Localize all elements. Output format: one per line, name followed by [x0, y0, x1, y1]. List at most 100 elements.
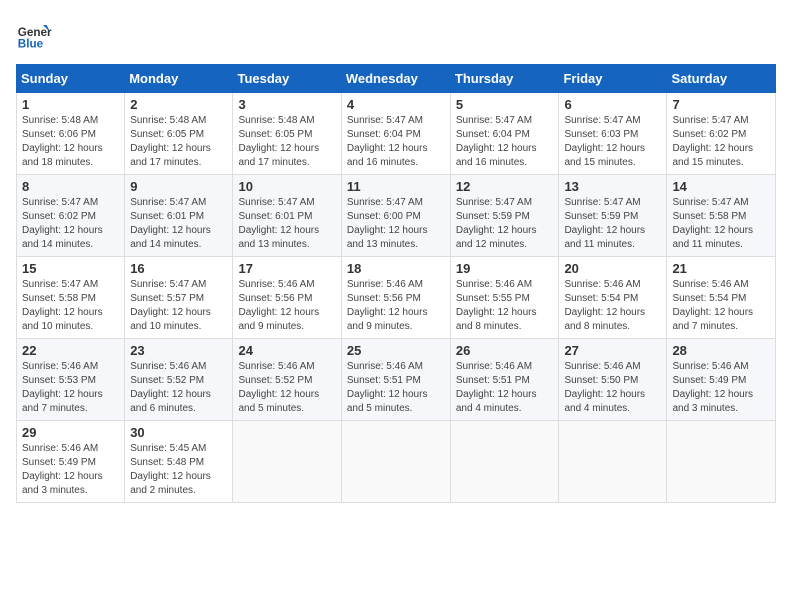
day-info: Sunrise: 5:46 AMSunset: 5:56 PMDaylight:…	[347, 278, 445, 334]
day-cell	[341, 421, 450, 503]
day-info: Sunrise: 5:46 AMSunset: 5:56 PMDaylight:…	[238, 278, 335, 334]
day-cell: 26 Sunrise: 5:46 AMSunset: 5:51 PMDaylig…	[450, 339, 559, 421]
day-cell: 6 Sunrise: 5:47 AMSunset: 6:03 PMDayligh…	[559, 93, 667, 175]
day-cell: 8 Sunrise: 5:47 AMSunset: 6:02 PMDayligh…	[17, 175, 125, 257]
week-row-3: 15 Sunrise: 5:47 AMSunset: 5:58 PMDaylig…	[17, 257, 776, 339]
day-cell: 20 Sunrise: 5:46 AMSunset: 5:54 PMDaylig…	[559, 257, 667, 339]
day-number: 4	[347, 97, 445, 112]
day-info: Sunrise: 5:47 AMSunset: 6:02 PMDaylight:…	[22, 196, 119, 252]
day-cell: 30 Sunrise: 5:45 AMSunset: 5:48 PMDaylig…	[125, 421, 233, 503]
day-cell: 29 Sunrise: 5:46 AMSunset: 5:49 PMDaylig…	[17, 421, 125, 503]
day-number: 14	[672, 179, 770, 194]
day-cell: 12 Sunrise: 5:47 AMSunset: 5:59 PMDaylig…	[450, 175, 559, 257]
calendar-table: SundayMondayTuesdayWednesdayThursdayFrid…	[16, 64, 776, 503]
day-number: 10	[238, 179, 335, 194]
day-number: 28	[672, 343, 770, 358]
day-info: Sunrise: 5:47 AMSunset: 6:01 PMDaylight:…	[238, 196, 335, 252]
day-number: 15	[22, 261, 119, 276]
day-cell: 22 Sunrise: 5:46 AMSunset: 5:53 PMDaylig…	[17, 339, 125, 421]
day-number: 19	[456, 261, 554, 276]
day-cell: 2 Sunrise: 5:48 AMSunset: 6:05 PMDayligh…	[125, 93, 233, 175]
day-number: 7	[672, 97, 770, 112]
day-info: Sunrise: 5:47 AMSunset: 5:58 PMDaylight:…	[672, 196, 770, 252]
day-cell: 18 Sunrise: 5:46 AMSunset: 5:56 PMDaylig…	[341, 257, 450, 339]
day-cell: 7 Sunrise: 5:47 AMSunset: 6:02 PMDayligh…	[667, 93, 776, 175]
logo-icon: General Blue	[16, 16, 52, 52]
day-cell	[233, 421, 341, 503]
svg-text:Blue: Blue	[18, 38, 44, 51]
day-cell	[559, 421, 667, 503]
day-number: 6	[564, 97, 661, 112]
col-header-thursday: Thursday	[450, 65, 559, 93]
day-info: Sunrise: 5:46 AMSunset: 5:55 PMDaylight:…	[456, 278, 554, 334]
day-cell: 16 Sunrise: 5:47 AMSunset: 5:57 PMDaylig…	[125, 257, 233, 339]
col-header-wednesday: Wednesday	[341, 65, 450, 93]
day-number: 1	[22, 97, 119, 112]
day-number: 29	[22, 425, 119, 440]
day-number: 26	[456, 343, 554, 358]
day-number: 23	[130, 343, 227, 358]
day-number: 22	[22, 343, 119, 358]
day-info: Sunrise: 5:47 AMSunset: 6:00 PMDaylight:…	[347, 196, 445, 252]
day-number: 16	[130, 261, 227, 276]
day-info: Sunrise: 5:46 AMSunset: 5:54 PMDaylight:…	[564, 278, 661, 334]
day-info: Sunrise: 5:46 AMSunset: 5:49 PMDaylight:…	[672, 360, 770, 416]
day-info: Sunrise: 5:47 AMSunset: 5:59 PMDaylight:…	[456, 196, 554, 252]
col-header-saturday: Saturday	[667, 65, 776, 93]
day-cell: 25 Sunrise: 5:46 AMSunset: 5:51 PMDaylig…	[341, 339, 450, 421]
day-info: Sunrise: 5:48 AMSunset: 6:05 PMDaylight:…	[130, 114, 227, 170]
day-info: Sunrise: 5:48 AMSunset: 6:06 PMDaylight:…	[22, 114, 119, 170]
week-row-5: 29 Sunrise: 5:46 AMSunset: 5:49 PMDaylig…	[17, 421, 776, 503]
week-row-2: 8 Sunrise: 5:47 AMSunset: 6:02 PMDayligh…	[17, 175, 776, 257]
logo: General Blue	[16, 16, 52, 52]
day-number: 9	[130, 179, 227, 194]
week-row-1: 1 Sunrise: 5:48 AMSunset: 6:06 PMDayligh…	[17, 93, 776, 175]
day-info: Sunrise: 5:46 AMSunset: 5:50 PMDaylight:…	[564, 360, 661, 416]
day-number: 13	[564, 179, 661, 194]
col-header-friday: Friday	[559, 65, 667, 93]
day-info: Sunrise: 5:46 AMSunset: 5:51 PMDaylight:…	[347, 360, 445, 416]
day-info: Sunrise: 5:47 AMSunset: 5:57 PMDaylight:…	[130, 278, 227, 334]
day-number: 17	[238, 261, 335, 276]
day-cell	[450, 421, 559, 503]
day-cell: 23 Sunrise: 5:46 AMSunset: 5:52 PMDaylig…	[125, 339, 233, 421]
day-cell: 15 Sunrise: 5:47 AMSunset: 5:58 PMDaylig…	[17, 257, 125, 339]
day-number: 20	[564, 261, 661, 276]
day-info: Sunrise: 5:46 AMSunset: 5:49 PMDaylight:…	[22, 442, 119, 498]
day-cell: 19 Sunrise: 5:46 AMSunset: 5:55 PMDaylig…	[450, 257, 559, 339]
day-number: 25	[347, 343, 445, 358]
day-number: 2	[130, 97, 227, 112]
day-info: Sunrise: 5:46 AMSunset: 5:52 PMDaylight:…	[130, 360, 227, 416]
calendar-header-row: SundayMondayTuesdayWednesdayThursdayFrid…	[17, 65, 776, 93]
day-number: 21	[672, 261, 770, 276]
day-number: 5	[456, 97, 554, 112]
day-cell: 5 Sunrise: 5:47 AMSunset: 6:04 PMDayligh…	[450, 93, 559, 175]
day-cell: 27 Sunrise: 5:46 AMSunset: 5:50 PMDaylig…	[559, 339, 667, 421]
day-info: Sunrise: 5:46 AMSunset: 5:53 PMDaylight:…	[22, 360, 119, 416]
day-number: 11	[347, 179, 445, 194]
day-cell: 21 Sunrise: 5:46 AMSunset: 5:54 PMDaylig…	[667, 257, 776, 339]
col-header-tuesday: Tuesday	[233, 65, 341, 93]
col-header-sunday: Sunday	[17, 65, 125, 93]
day-cell: 17 Sunrise: 5:46 AMSunset: 5:56 PMDaylig…	[233, 257, 341, 339]
day-info: Sunrise: 5:46 AMSunset: 5:54 PMDaylight:…	[672, 278, 770, 334]
day-cell: 4 Sunrise: 5:47 AMSunset: 6:04 PMDayligh…	[341, 93, 450, 175]
day-number: 27	[564, 343, 661, 358]
col-header-monday: Monday	[125, 65, 233, 93]
day-number: 8	[22, 179, 119, 194]
day-number: 3	[238, 97, 335, 112]
day-info: Sunrise: 5:47 AMSunset: 6:02 PMDaylight:…	[672, 114, 770, 170]
day-info: Sunrise: 5:47 AMSunset: 5:59 PMDaylight:…	[564, 196, 661, 252]
day-number: 18	[347, 261, 445, 276]
day-info: Sunrise: 5:46 AMSunset: 5:52 PMDaylight:…	[238, 360, 335, 416]
day-cell: 9 Sunrise: 5:47 AMSunset: 6:01 PMDayligh…	[125, 175, 233, 257]
day-info: Sunrise: 5:47 AMSunset: 6:04 PMDaylight:…	[347, 114, 445, 170]
week-row-4: 22 Sunrise: 5:46 AMSunset: 5:53 PMDaylig…	[17, 339, 776, 421]
day-cell: 11 Sunrise: 5:47 AMSunset: 6:00 PMDaylig…	[341, 175, 450, 257]
day-cell: 28 Sunrise: 5:46 AMSunset: 5:49 PMDaylig…	[667, 339, 776, 421]
page-header: General Blue	[16, 16, 776, 52]
day-cell	[667, 421, 776, 503]
day-number: 30	[130, 425, 227, 440]
day-cell: 1 Sunrise: 5:48 AMSunset: 6:06 PMDayligh…	[17, 93, 125, 175]
day-info: Sunrise: 5:47 AMSunset: 6:03 PMDaylight:…	[564, 114, 661, 170]
